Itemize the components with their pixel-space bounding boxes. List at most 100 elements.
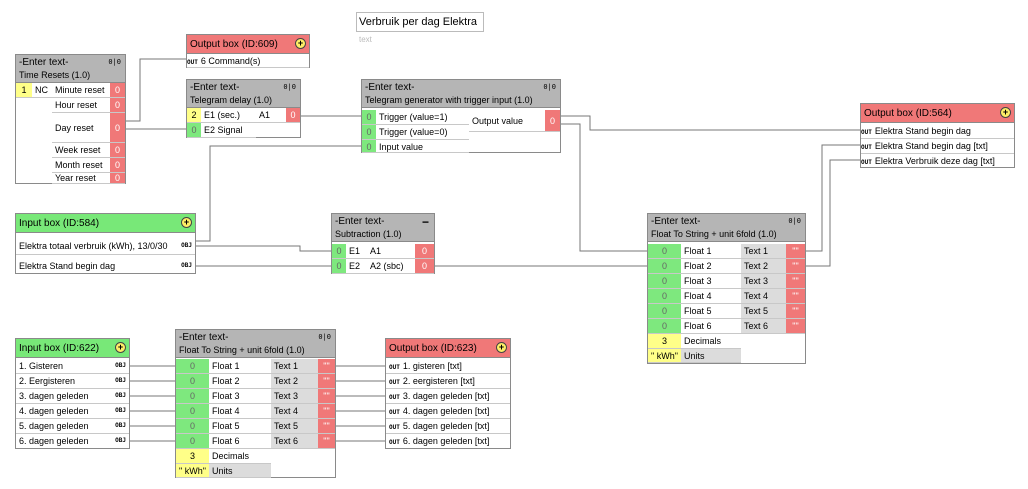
output-value[interactable]: 0 [110,83,125,98]
input-value[interactable]: 0 [362,125,376,140]
list-item[interactable]: 5. dagen geleden OBJ [16,419,129,434]
output-box-609[interactable]: Output box (ID:609) + OUT 6 Command(s) [186,34,310,68]
output-value[interactable]: 0 [110,173,125,184]
decimals-value[interactable]: 3 [648,334,681,349]
input-value[interactable]: 0 [176,374,209,389]
list-item[interactable]: 1. Gisteren OBJ [16,359,129,374]
telegram-generator-block[interactable]: -Enter text- Telegram generator with tri… [361,79,561,153]
title-textbox[interactable]: Verbruik per dag Elektra [356,12,484,32]
output-value[interactable]: "" [786,259,805,274]
pin-icon[interactable]: 0|0 [318,333,331,341]
out-tag: OUT [861,144,872,151]
input-value[interactable]: 0 [176,359,209,374]
output-value[interactable]: "" [318,434,335,449]
add-icon[interactable]: + [181,217,192,228]
input-label-float-6: Float 6 [681,319,741,334]
out-tag: OUT [389,364,400,371]
output-box-623[interactable]: Output box (ID:623) + OUT 1. gisteren [tx… [385,338,511,449]
output-value[interactable]: "" [786,244,805,259]
add-icon[interactable]: + [115,342,126,353]
output-value[interactable]: 0 [110,98,125,113]
input-value[interactable]: 0 [648,244,681,259]
input-label-trigger-1: Trigger (value=1) [376,110,469,125]
obj-tag: OBJ [115,392,126,399]
output-value[interactable]: "" [318,404,335,419]
input-value[interactable]: 0 [176,404,209,419]
subtraction-block[interactable]: -Enter text- Subtraction (1.0) − 0 E1 0 … [331,213,435,274]
input-value[interactable]: 0 [187,123,201,138]
pin-icon[interactable]: 0|0 [788,217,801,225]
output-value[interactable]: 0 [415,259,434,274]
output-value[interactable]: "" [318,389,335,404]
time-resets-block[interactable]: -Enter text- Time Resets (1.0) 0|0 1 NC … [15,54,126,184]
telegram-delay-block[interactable]: -Enter text- Telegram delay (1.0) 0|0 2 … [186,79,301,138]
input-value[interactable]: 1 [16,83,32,98]
output-row[interactable]: OUT 6 Command(s) [187,54,309,68]
input-value[interactable]: 2 [187,108,201,123]
output-value[interactable]: "" [318,359,335,374]
output-row[interactable]: OUT Elektra Stand begin dag [txt] [861,139,1014,154]
output-row[interactable]: OUT Elektra Verbruik deze dag [txt] [861,154,1014,168]
input-value[interactable]: 0 [648,304,681,319]
input-value[interactable]: 0 [648,274,681,289]
output-value[interactable]: 0 [545,110,560,132]
output-value[interactable]: "" [786,319,805,334]
list-item[interactable]: OUT 4. dagen geleden [txt] [386,404,510,419]
output-value[interactable]: "" [318,419,335,434]
input-value[interactable]: 0 [362,140,376,153]
input-value[interactable]: 0 [176,419,209,434]
list-item[interactable]: OUT 6. dagen geleden [txt] [386,434,510,449]
input-value[interactable]: 0 [176,389,209,404]
collapse-icon[interactable]: − [422,215,429,229]
pin-icon[interactable]: 0|0 [543,83,556,91]
output-value[interactable]: "" [786,289,805,304]
list-item[interactable]: OUT 5. dagen geleden [txt] [386,419,510,434]
input-value[interactable]: 0 [648,259,681,274]
block-title: Output box (ID:564) [864,108,952,119]
output-box-564[interactable]: Output box (ID:564) + OUT Elektra Stand b… [860,103,1015,168]
input-label-float-2: Float 2 [209,374,271,389]
output-row[interactable]: OUT Elektra Stand begin dag [861,124,1014,139]
output-value[interactable]: 0 [110,158,125,173]
output-value[interactable]: "" [318,374,335,389]
input-row[interactable]: Elektra totaal verbruik (kWh), 13/0/30 OB… [16,237,195,255]
list-item[interactable]: 6. dagen geleden OBJ [16,434,129,449]
input-value[interactable]: 0 [648,289,681,304]
output-value[interactable]: 0 [110,113,125,143]
input-value[interactable]: 0 [362,110,376,125]
float-to-string-block-1[interactable]: -Enter text- Float To String + unit 6fol… [647,213,806,364]
decimals-label: Decimals [681,334,741,349]
output-value[interactable]: 0 [415,244,434,259]
list-item[interactable]: OUT 1. gisteren [txt] [386,359,510,374]
block-title: -Enter text- [365,82,415,93]
input-value[interactable]: 0 [332,244,346,259]
input-value[interactable]: 0 [176,434,209,449]
list-item[interactable]: OUT 3. dagen geleden [txt] [386,389,510,404]
units-value[interactable]: " kWh" [648,349,681,363]
input-value[interactable]: 0 [648,319,681,334]
pin-icon[interactable]: 0|0 [108,58,121,66]
output-value[interactable]: 0 [286,108,300,123]
list-item[interactable]: 3. dagen geleden OBJ [16,389,129,404]
output-value[interactable]: "" [786,274,805,289]
output-value[interactable]: "" [786,304,805,319]
float-to-string-block-2[interactable]: -Enter text- Float To String + unit 6fol… [175,329,336,478]
input-box-622[interactable]: Input box (ID:622) + 1. Gisteren OBJ 2. Ee… [15,338,130,449]
input-value[interactable]: 0 [332,259,346,274]
list-item[interactable]: 2. Eergisteren OBJ [16,374,129,389]
add-icon[interactable]: + [1000,107,1011,118]
decimals-value[interactable]: 3 [176,449,209,464]
input-row[interactable]: Elektra Stand begin dag OBJ [16,258,195,274]
units-value[interactable]: " kWh" [176,464,209,478]
add-icon[interactable]: + [295,38,306,49]
output-label-month-reset: Month reset [52,158,110,173]
out-tag: OUT [187,59,198,66]
pin-icon[interactable]: 0|0 [283,83,296,91]
input-box-584[interactable]: Input box (ID:584) + Elektra totaal verb… [15,213,196,274]
list-item[interactable]: 4. dagen geleden OBJ [16,404,129,419]
list-item[interactable]: OUT 2. eergisteren [txt] [386,374,510,389]
output-value[interactable]: 0 [110,143,125,158]
out-tag: OUT [389,439,400,446]
block-subtitle: Time Resets (1.0) [19,70,91,80]
add-icon[interactable]: + [496,342,507,353]
